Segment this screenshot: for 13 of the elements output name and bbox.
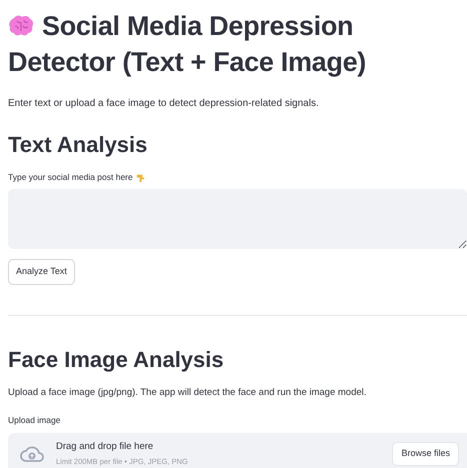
description-text: Upload a face image (jpg/png). The app will detect the face and run the image model.: [8, 386, 368, 400]
upload-label: Upload image: [8, 414, 62, 427]
browse-files-button[interactable]: Browse files: [392, 442, 459, 466]
cloud-upload-icon: [20, 444, 44, 463]
page-title: Social Media Depression Detector (Text + Face Image): [8, 10, 367, 79]
analyze-text-button[interactable]: Analyze Text: [8, 258, 75, 285]
section-heading: Face Image Analysis: [8, 346, 225, 374]
dropzone-title: Drag and drop file here: [56, 440, 154, 454]
post-text-area[interactable]: [8, 188, 467, 249]
field-label: Type your social media post here: [8, 171, 133, 184]
subtitle-text: Enter text or upload a face image to detect depression-related signals.: [8, 97, 320, 111]
section-heading: Text Analysis: [8, 131, 148, 159]
brain-icon: [8, 14, 34, 38]
